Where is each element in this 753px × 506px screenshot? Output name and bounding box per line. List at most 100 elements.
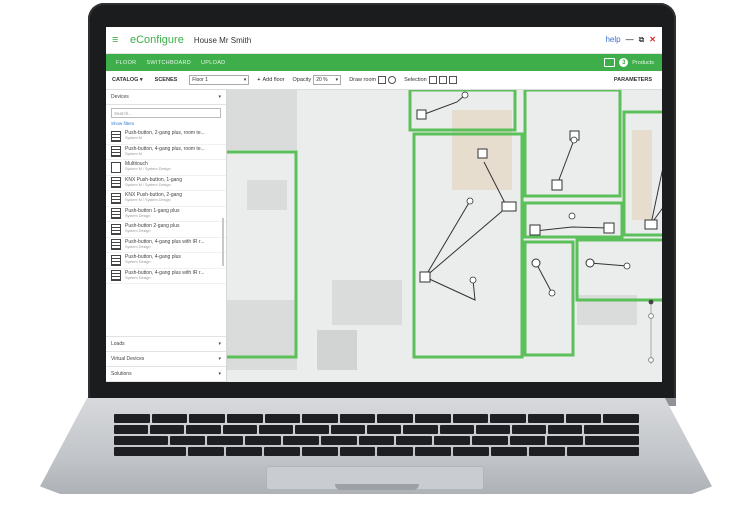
laptop-keyboard: [114, 414, 639, 460]
list-item-text: Push-button, 4-gang plus, room te... Syst…: [125, 146, 205, 157]
light-bulb-icon[interactable]: [570, 136, 578, 144]
close-icon[interactable]: ✕: [649, 35, 656, 45]
products-link[interactable]: Products: [632, 60, 654, 66]
switch-device[interactable]: [419, 271, 431, 283]
cart-count-badge: 3: [619, 58, 629, 67]
list-item[interactable]: KNX Push-button, 1-gang System M / System…: [106, 176, 226, 191]
list-item[interactable]: KNX Push-button, 2-gang System M / System…: [106, 191, 226, 207]
parameters-button[interactable]: PARAMETERS: [614, 77, 652, 83]
draw-polygon-icon[interactable]: [388, 76, 397, 84]
tab-floor[interactable]: FLOOR: [116, 60, 136, 66]
list-item-text: Push-button 1-gang plus System Design: [125, 208, 179, 219]
light-bulb-icon[interactable]: [461, 91, 469, 99]
floor-select-value: Floor 1: [192, 77, 208, 83]
zoom-reset-icon[interactable]: [648, 299, 654, 305]
floor-plan-canvas[interactable]: [220, 88, 662, 382]
zoom-slider[interactable]: [648, 298, 654, 368]
list-item-text: Push-button, 2-gang plus, room te... Syst…: [125, 131, 205, 141]
wire-10[interactable]: [589, 262, 628, 267]
hamburger-menu-icon[interactable]: ≡: [112, 34, 130, 46]
catalog-label: CATALOG: [112, 77, 139, 83]
device-list: Push-button, 2-gang plus, room te... Syst…: [106, 129, 226, 284]
floor-plan-background: [227, 90, 652, 370]
switch-device[interactable]: [644, 219, 658, 230]
chevron-down-icon: ▾: [218, 356, 221, 362]
scenes-button[interactable]: SCENES: [155, 77, 178, 83]
plus-icon: +: [257, 77, 261, 83]
section-loads-label: Loads: [111, 341, 125, 347]
list-item-text: Push-button, 4-gang plus with IR r... Sys…: [125, 270, 205, 281]
switch-device[interactable]: [416, 109, 427, 120]
section-virtual-label: Virtual Devices: [111, 356, 145, 362]
help-link[interactable]: help: [605, 35, 620, 45]
switch-device[interactable]: [477, 148, 488, 159]
list-item[interactable]: Multitouch System M / System Design: [106, 160, 226, 176]
catalog-button[interactable]: CATALOG ▾: [112, 77, 143, 83]
light-bulb-icon[interactable]: [466, 197, 474, 205]
trash-icon[interactable]: [448, 76, 457, 84]
device-thumbnail-icon: [111, 208, 121, 220]
wire-3[interactable]: [424, 200, 471, 278]
section-loads[interactable]: Loads ▾: [106, 336, 226, 352]
list-item[interactable]: Push-button 2-gang plus System Design: [106, 222, 226, 238]
chevron-down-icon: ▾: [218, 94, 221, 100]
list-item-subtitle: System M / System Design: [125, 198, 171, 203]
minimize-icon[interactable]: —: [626, 35, 634, 45]
wire-9[interactable]: [535, 262, 553, 294]
list-item[interactable]: Push-button, 4-gang plus System Design: [106, 253, 226, 269]
add-floor-button[interactable]: + Add floor: [257, 77, 284, 83]
device-thumbnail-icon: [111, 146, 121, 158]
sidebar-scrollbar[interactable]: [222, 218, 224, 266]
chevron-down-icon: ▾: [218, 371, 221, 377]
wire-7[interactable]: [650, 125, 662, 225]
list-item-subtitle: System M: [125, 136, 142, 141]
light-bulb-icon[interactable]: [469, 276, 477, 284]
sensor-device[interactable]: [531, 258, 541, 268]
copy-icon[interactable]: [428, 76, 437, 84]
cart-icon[interactable]: [604, 58, 616, 67]
selection-control: Selection: [404, 76, 457, 84]
tab-switchboard[interactable]: SWITCHBOARD: [146, 60, 191, 66]
opacity-value: 20 %: [316, 77, 328, 83]
list-item[interactable]: Push-button 1-gang plus System Design: [106, 207, 226, 222]
list-item-subtitle: System Design: [125, 260, 151, 265]
list-item-subtitle: System Design: [125, 213, 151, 218]
paste-icon[interactable]: [438, 76, 447, 84]
draw-rectangle-icon[interactable]: [378, 76, 387, 84]
app-name: eConfigure: [130, 34, 184, 46]
switch-device[interactable]: [603, 222, 615, 234]
light-bulb-icon[interactable]: [548, 289, 556, 297]
light-bulb-icon[interactable]: [568, 212, 576, 220]
sidebar-sections: Loads ▾ Virtual Devices ▾ Solutions ▾: [106, 336, 226, 382]
chevron-down-icon: ▾: [218, 341, 221, 347]
light-bulb-icon[interactable]: [623, 262, 631, 270]
section-devices[interactable]: Devices ▾: [106, 90, 226, 105]
section-virtual-devices[interactable]: Virtual Devices ▾: [106, 352, 226, 367]
room-bathroom[interactable]: [523, 240, 575, 357]
list-item-text: Push-button, 4-gang plus System Design: [125, 255, 181, 265]
list-item[interactable]: Push-button, 2-gang plus, room te... Syst…: [106, 129, 226, 145]
section-solutions[interactable]: Solutions ▾: [106, 367, 226, 382]
switch-device[interactable]: [529, 224, 541, 236]
main-nav: FLOOR SWITCHBOARD UPLOAD 3 Products: [106, 54, 662, 71]
floor-select[interactable]: Floor 1 ▾: [189, 75, 250, 85]
list-item[interactable]: Push-button, 4-gang plus with IR r... Sys…: [106, 238, 226, 253]
room-utility[interactable]: [575, 238, 662, 302]
zoom-in-icon[interactable]: [648, 313, 654, 319]
tab-upload[interactable]: UPLOAD: [201, 60, 225, 66]
switch-device[interactable]: [501, 201, 517, 212]
maximize-icon[interactable]: ⧉: [639, 35, 645, 45]
list-item[interactable]: Push-button, 4-gang plus, room te... Syst…: [106, 145, 226, 160]
catalog-search-input[interactable]: Search...: [111, 108, 221, 118]
switch-device[interactable]: [551, 179, 563, 191]
sensor-device[interactable]: [585, 258, 595, 268]
opacity-select[interactable]: 20 % ▾: [313, 75, 342, 85]
device-thumbnail-icon: [111, 223, 121, 235]
laptop-notch: [335, 484, 419, 490]
wire-6[interactable]: [534, 226, 610, 232]
show-filters-link[interactable]: Show filters: [106, 121, 226, 129]
zoom-out-icon[interactable]: [648, 357, 654, 363]
wire-5[interactable]: [556, 139, 575, 186]
wire-4[interactable]: [424, 276, 476, 301]
list-item[interactable]: Push-button, 4-gang plus with IR r... Sys…: [106, 269, 226, 284]
